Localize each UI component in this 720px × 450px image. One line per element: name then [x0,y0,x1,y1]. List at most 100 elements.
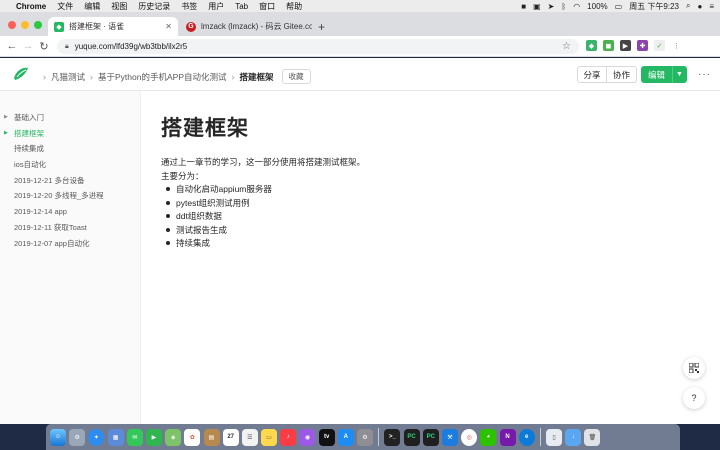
menu-help[interactable]: 帮助 [286,1,302,12]
onenote-icon[interactable]: N [499,428,516,446]
sidebar-item-multi-device[interactable]: 2019-12-21 多台设备 [14,173,84,187]
menu-view[interactable]: 视图 [111,1,127,12]
menu-history[interactable]: 历史记录 [138,1,170,12]
forward-arrow-icon[interactable]: → [20,40,36,52]
pycharm-ce-icon[interactable]: PC [422,428,439,446]
url-text[interactable]: yuque.com/lfd39g/wb3tbb/ilx2r5 [75,42,188,51]
bluetooth-icon[interactable]: ᛒ [561,2,566,11]
edit-button[interactable]: 编辑 [641,66,672,83]
podcasts-icon[interactable]: ◉ [299,428,316,446]
bookmark-star-icon[interactable]: ☆ [562,41,571,52]
preview-icon[interactable]: ▦ [107,428,124,446]
battery-icon[interactable]: ▭ [615,2,623,11]
sidebar-item-ios[interactable]: ios自动化 [14,157,46,171]
menu-bookmarks[interactable]: 书签 [181,1,197,12]
wifi-icon[interactable]: ◠ [573,2,580,11]
video-camera-icon[interactable]: ▶ [620,40,631,51]
music-icon[interactable]: ♪ [280,428,297,446]
notes-icon[interactable]: ▤ [203,428,220,446]
help-button[interactable]: ? [683,387,705,409]
chevron-right-icon: › [90,71,94,82]
edge-icon[interactable]: e [518,428,535,446]
list-item: 持续集成 [166,237,210,249]
extension-badge-icon[interactable]: ◼ [603,40,614,51]
edit-dropdown-chevron-icon[interactable]: ▼ [672,66,687,83]
sidebar-item-toast[interactable]: 2019-12-11 获取Toast [14,220,87,234]
messages-icon[interactable]: ✉ [126,428,143,446]
search-icon[interactable]: ⌕ [686,1,690,11]
pycharm-icon[interactable]: PC [403,428,420,446]
sidebar-item-framework[interactable]: ▶ 搭建框架 [0,126,44,140]
reminders-icon[interactable]: ☰ [241,428,258,446]
screen-record-icon[interactable]: ■ [521,2,526,11]
qr-code-icon[interactable] [683,357,705,379]
reload-icon[interactable]: ↻ [36,40,52,53]
extension-green-icon[interactable]: ◆ [586,40,597,51]
extension-clipboard-icon[interactable]: ✓ [654,40,665,51]
facetime-icon[interactable]: ▶ [145,428,162,446]
sidebar-item-app[interactable]: 2019-12-14 app [14,204,67,218]
sidebar-item-label: 2019-12-20 多线程_多进程 [14,190,104,200]
breadcrumb-current: 搭建框架 [239,71,274,82]
menu-edit[interactable]: 编辑 [84,1,100,12]
browser-toolbar: ← → ↻ 🔒︎ yuque.com/lfd39g/wb3tbb/ilx2r5 … [0,36,720,57]
appstore-icon[interactable]: A [337,428,354,446]
extension-purple-icon[interactable]: ✚ [637,40,648,51]
new-tab-icon[interactable]: + [318,20,325,34]
menu-app-name[interactable]: Chrome [16,2,46,11]
trash-icon[interactable]: 🗑︎ [584,428,601,446]
yuque-logo-icon[interactable] [12,66,30,82]
list-item-text: 持续集成 [176,238,211,248]
documents-icon[interactable]: ▯ [546,428,563,446]
downloads-icon[interactable]: ↓ [565,428,582,446]
sidebar-item-app-automation[interactable]: 2019-12-07 app自动化 [14,236,89,250]
user-avatar-icon[interactable]: ● [697,2,702,11]
battery-percent[interactable]: 100% [587,2,607,11]
sidebar-item-multithread[interactable]: 2019-12-20 多线程_多进程 [14,188,104,202]
browser-menu-icon[interactable]: ⋮ [671,40,682,51]
favorite-button[interactable]: 收藏 [281,69,311,84]
caret-right-icon[interactable]: ▶ [4,114,11,120]
settings-icon[interactable]: ⚙ [357,428,373,446]
safari-icon[interactable]: ✦ [88,428,105,446]
finder-icon[interactable]: ☺ [50,428,66,446]
menu-file[interactable]: 文件 [57,1,73,12]
stickies-icon[interactable]: ▭ [261,428,278,446]
sidebar-item-basics[interactable]: ▶ 基础入门 [0,110,44,124]
breadcrumb-book[interactable]: 基于Python的手机APP自动化测试 [98,71,226,83]
sidebar-item-ci[interactable]: 持续集成 [14,141,44,155]
wechat-icon[interactable]: ◕ [480,428,497,446]
caret-right-icon[interactable]: ▶ [4,130,11,136]
tab-gitee[interactable]: G lmzack (lmzack) - 码云 Gitee.co ✕ [180,17,312,36]
list-item-text: 测试报告生成 [176,225,228,235]
more-options-button[interactable]: ··· [698,69,711,80]
close-tab-icon[interactable]: ✕ [159,22,172,31]
collaborate-button[interactable]: 协作 [606,66,637,83]
back-arrow-icon[interactable]: ← [4,40,20,52]
minimize-window-button[interactable] [21,21,29,29]
maximize-window-button[interactable] [34,21,42,29]
sidebar-item-label: ios自动化 [14,159,47,169]
xcode-icon[interactable]: ⚒ [441,428,458,446]
clock[interactable]: 周五 下午9:23 [629,1,679,12]
maps-icon[interactable]: ◈ [165,428,182,446]
lock-icon[interactable]: 🔒︎ [65,43,69,51]
menu-people[interactable]: 用户 [208,1,224,12]
calendar-icon[interactable]: 27 [222,428,239,446]
photos-icon[interactable]: ✿ [184,428,201,446]
display-icon[interactable]: ▣ [533,2,541,11]
menu-tab[interactable]: Tab [235,2,248,11]
control-center-icon[interactable]: ≡ [709,2,714,11]
qr-code-glyph-icon [689,363,699,373]
address-bar[interactable]: 🔒︎ yuque.com/lfd39g/wb3tbb/ilx2r5 ☆ [57,39,579,54]
chrome-icon[interactable]: ◎ [461,428,478,446]
close-window-button[interactable] [8,21,16,29]
launchpad-icon[interactable]: ⚙ [69,428,86,446]
terminal-icon[interactable]: >_ [384,428,401,446]
location-arrow-icon[interactable]: ➤ [548,2,555,11]
tv-icon[interactable]: tv [318,428,335,446]
share-button[interactable]: 分享 [577,66,607,83]
breadcrumb-team[interactable]: 凡猫测试 [51,71,85,83]
menu-window[interactable]: 窗口 [259,1,275,12]
tab-yuque[interactable]: ◆ 搭建框架 · 语雀 ✕ [48,17,178,36]
